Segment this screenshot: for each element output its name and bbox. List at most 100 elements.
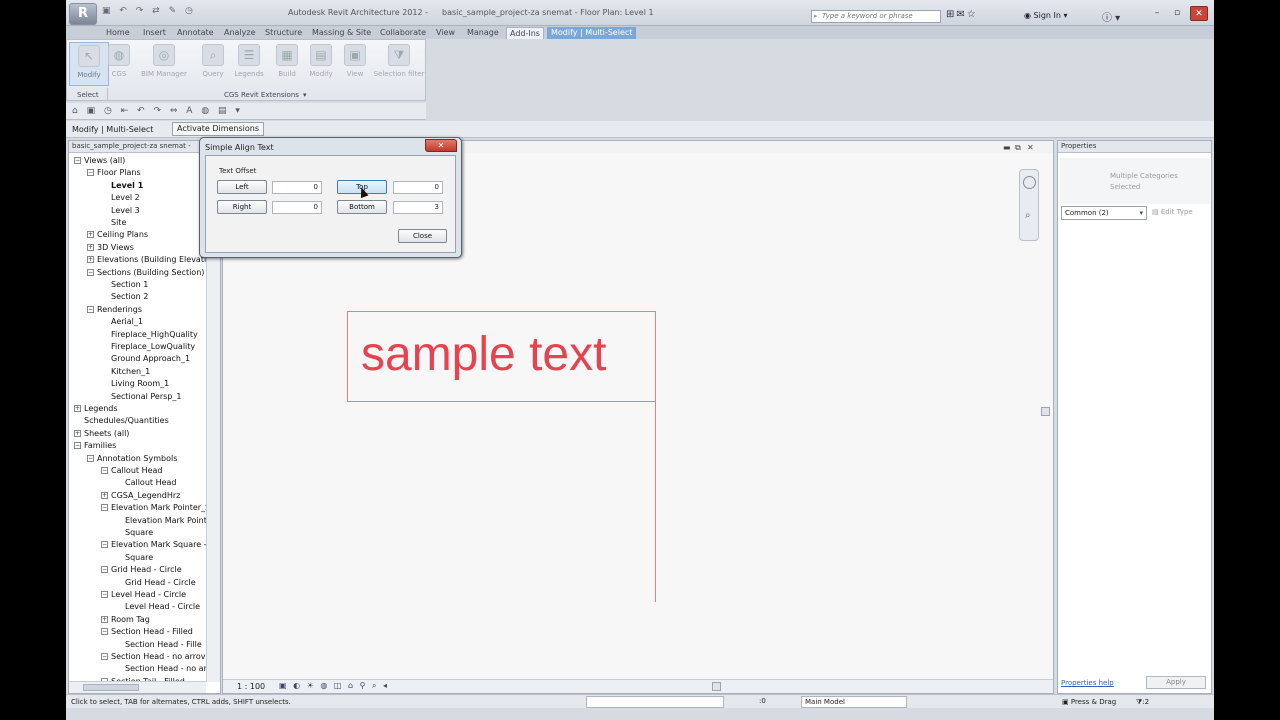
- browser-tree-item[interactable]: Level Head - Circle: [115, 601, 200, 613]
- panel-cgs-label[interactable]: CGS Revit Extensions: [224, 91, 299, 99]
- browser-tree-item[interactable]: Level 1: [101, 180, 143, 192]
- tab-collaborate[interactable]: Collaborate: [380, 27, 426, 39]
- tab-view[interactable]: View: [436, 27, 455, 39]
- binoculars-icon[interactable]: ⊞: [946, 9, 956, 20]
- help-icon[interactable]: ⓘ ▾: [1102, 9, 1120, 24]
- left-offset-input[interactable]: 0: [272, 181, 322, 194]
- right-offset-input[interactable]: 0: [272, 201, 322, 214]
- collapse-icon[interactable]: −: [87, 268, 94, 276]
- browser-tree-item[interactable]: − Families: [74, 440, 116, 452]
- view-toolbar[interactable]: ⌂ ▣ ◷ ⇤ ↶ ↷ ⇔ A ◍ ▤ ▾: [66, 103, 426, 120]
- browser-tree-item[interactable]: Section 2: [101, 291, 148, 303]
- browser-tree-item[interactable]: + Sheets (all): [74, 428, 129, 440]
- bottom-offset-input[interactable]: 3: [393, 201, 443, 214]
- infocenter-icons[interactable]: ⊞✉☆: [946, 9, 978, 20]
- type-selector[interactable]: Multiple Categories Selected: [1060, 158, 1210, 204]
- close-window-button[interactable]: ✕: [1190, 6, 1208, 21]
- browser-tree-item[interactable]: +3D Views: [87, 242, 134, 254]
- collapse-icon[interactable]: −: [101, 566, 108, 574]
- browser-tree-item[interactable]: − Section Head - no arrov: [101, 651, 205, 663]
- expand-icon[interactable]: +: [101, 615, 108, 623]
- expand-icon[interactable]: +: [87, 256, 94, 264]
- properties-filter-dropdown[interactable]: Common (2): [1061, 206, 1147, 220]
- browser-tree-item[interactable]: − Renderings: [87, 304, 142, 316]
- browser-tree-item[interactable]: − Views (all): [74, 155, 125, 167]
- browser-horizontal-scrollbar[interactable]: [69, 681, 206, 693]
- filter-status[interactable]: ⧩:2: [1136, 698, 1149, 707]
- browser-tree-item[interactable]: Aerial_1: [101, 316, 143, 328]
- workset-dropdown[interactable]: [586, 696, 724, 708]
- close-button[interactable]: Close: [398, 229, 447, 243]
- view-minimize-button[interactable]: ▬: [1003, 143, 1011, 152]
- browser-tree-item[interactable]: − Floor Plans: [87, 167, 141, 179]
- apply-button[interactable]: Apply: [1146, 676, 1206, 689]
- browser-tree-item[interactable]: + Room Tag: [101, 614, 150, 626]
- selection-filter-button[interactable]: ⧩ Selection filter: [371, 42, 427, 86]
- activate-dimensions-button[interactable]: Activate Dimensions: [172, 122, 265, 136]
- sign-in-button[interactable]: ◉ Sign In ▾: [1024, 11, 1068, 20]
- properties-help-link[interactable]: Properties help: [1061, 679, 1114, 687]
- browser-tree-item[interactable]: Grid Head - Circle: [115, 577, 196, 589]
- cgs-button[interactable]: ◍ CGS: [99, 42, 139, 86]
- search-input[interactable]: Type a keyword or phrase: [811, 10, 941, 23]
- browser-tree-item[interactable]: Level 2: [101, 192, 140, 204]
- expand-icon[interactable]: +: [74, 405, 81, 412]
- favorites-icon[interactable]: ☆: [967, 9, 978, 20]
- application-menu-button[interactable]: R: [69, 3, 97, 25]
- tab-manage[interactable]: Manage: [467, 27, 499, 39]
- tab-massing-site[interactable]: Massing & Site: [312, 27, 371, 39]
- browser-tree-item[interactable]: Square: [115, 527, 153, 539]
- expand-icon[interactable]: +: [101, 491, 108, 499]
- collapse-icon[interactable]: −: [87, 305, 94, 313]
- browser-tree-item[interactable]: − Grid Head - Circle: [101, 564, 182, 576]
- browser-tree-item[interactable]: Fireplace_LowQuality: [101, 341, 195, 353]
- communication-icon[interactable]: ✉: [956, 9, 966, 20]
- dialog-close-x-button[interactable]: ✕: [425, 139, 457, 152]
- browser-tree-item[interactable]: + CGSA_LegendHrz: [101, 490, 180, 502]
- browser-tree-item[interactable]: Callout Head: [115, 477, 177, 489]
- panel-cgs-dropdown-icon[interactable]: ▾: [303, 91, 307, 99]
- collapse-icon[interactable]: −: [101, 504, 108, 512]
- browser-tree-item[interactable]: − Sections (Building Section): [87, 267, 204, 279]
- browser-tree-item[interactable]: Level 3: [101, 205, 140, 217]
- bottom-button[interactable]: Bottom: [337, 200, 387, 214]
- collapse-icon[interactable]: −: [101, 591, 108, 598]
- tab-modify-multi-select[interactable]: Modify | Multi-Select: [547, 27, 637, 39]
- browser-tree-item[interactable]: Sectional Persp_1: [101, 391, 181, 403]
- quick-access-toolbar[interactable]: ▣ ↶ ↷ ⇄ ✎ ◷: [102, 6, 196, 16]
- view-control-icons[interactable]: ▣ ◐ ☀ ◍ ◫ ⌂ ⚲ ⌕ ◂: [279, 681, 389, 691]
- drawing-vertical-scroll-thumb[interactable]: [1041, 407, 1050, 416]
- browser-tree-item[interactable]: − Callout Head: [101, 465, 163, 477]
- tab-home[interactable]: Home: [106, 27, 130, 39]
- collapse-icon[interactable]: −: [74, 157, 81, 164]
- edit-type-button[interactable]: ▤ Edit Type: [1152, 208, 1193, 216]
- browser-tree-item[interactable]: Ground Approach_1: [101, 353, 190, 365]
- browser-tree-item[interactable]: Section 1: [101, 279, 148, 291]
- browser-tree-item[interactable]: Elevation Mark Point: [115, 515, 206, 527]
- browser-tree-item[interactable]: + Elevations (Building Elevatio: [87, 254, 206, 266]
- browser-tree-item[interactable]: + Legends: [74, 403, 118, 415]
- navigation-bar[interactable]: ⌕: [1019, 169, 1039, 241]
- browser-tree-item[interactable]: Section Head - no ar: [115, 663, 206, 675]
- browser-tree-item[interactable]: Fireplace_HighQuality: [101, 329, 198, 341]
- zoom-icon[interactable]: ⌕: [1025, 210, 1031, 221]
- maximize-button[interactable]: ▫: [1168, 6, 1186, 21]
- browser-tree-item[interactable]: − Elevation Mark Square -: [101, 539, 206, 551]
- tab-annotate[interactable]: Annotate: [177, 27, 214, 39]
- top-offset-input[interactable]: 0: [393, 181, 443, 194]
- browser-tree-item[interactable]: Living Room_1: [101, 378, 169, 390]
- left-button[interactable]: Left: [217, 180, 267, 194]
- browser-tree-item[interactable]: Schedules/Quantities: [74, 415, 169, 427]
- design-options-dropdown[interactable]: Main Model: [801, 696, 907, 708]
- collapse-icon[interactable]: −: [101, 467, 108, 474]
- collapse-icon[interactable]: −: [87, 454, 94, 462]
- panel-select-label[interactable]: Select: [77, 91, 99, 99]
- browser-tree-item[interactable]: − Level Head - Circle: [101, 589, 186, 601]
- browser-tree-item[interactable]: Square: [115, 552, 153, 564]
- tab-analyze[interactable]: Analyze: [224, 27, 256, 39]
- collapse-icon[interactable]: −: [87, 169, 94, 177]
- tab-add-ins[interactable]: Add-Ins: [506, 27, 544, 39]
- browser-tree-item[interactable]: Site: [101, 217, 126, 229]
- bim-manager-button[interactable]: ◎ BIM Manager: [141, 42, 187, 86]
- collapse-icon[interactable]: −: [101, 541, 108, 549]
